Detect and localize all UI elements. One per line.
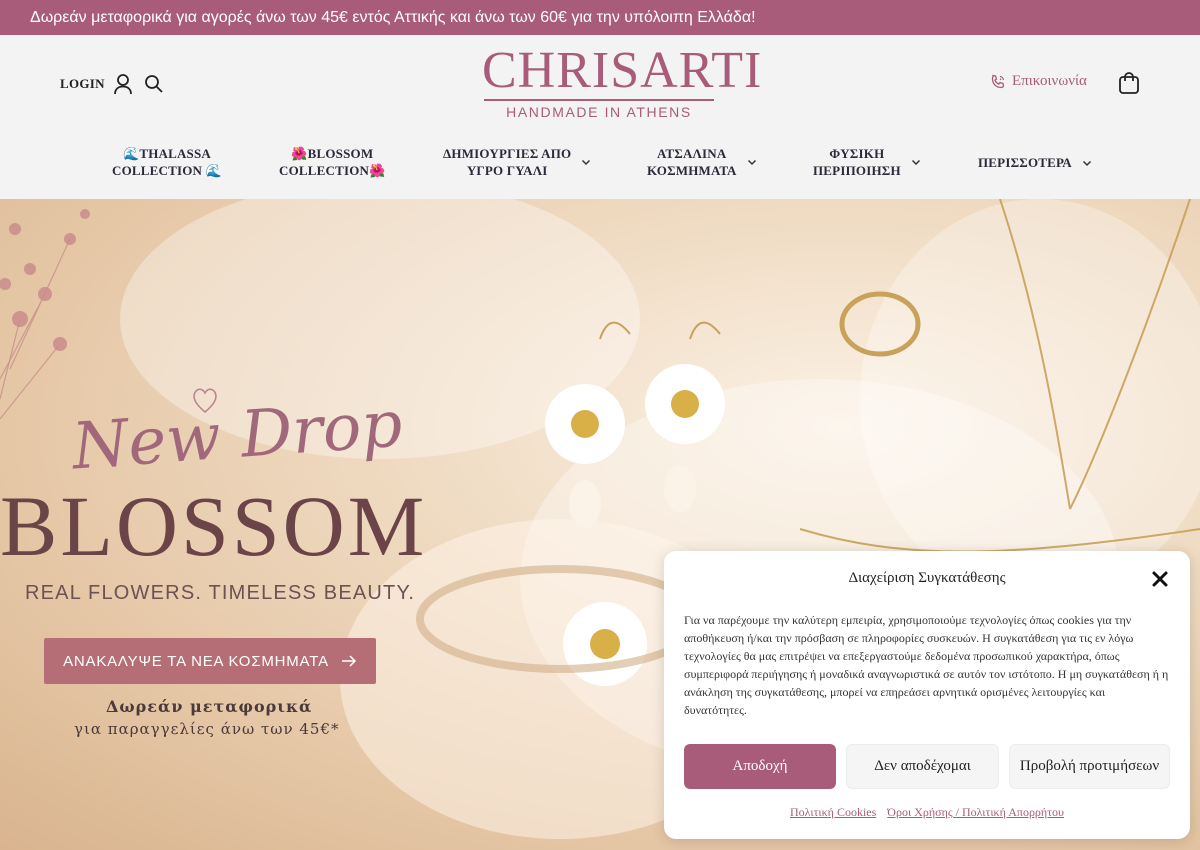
consent-body: Για να παρέχουμε την καλύτερη εμπειρία, …	[684, 613, 1169, 717]
arrow-right-icon	[341, 655, 356, 667]
cta-label: ΑΝΑΚΑΛΥΨΕ ΤΑ ΝΕΑ ΚΟΣΜΗΜΑΤΑ	[63, 652, 329, 670]
nav-item-more[interactable]: ΠΕΡΙΣΣΟΤΕΡΑ	[978, 154, 1092, 171]
login-link[interactable]: LOGIN	[60, 73, 133, 95]
login-label: LOGIN	[60, 76, 105, 91]
nav-label: 🌺BLOSSOM COLLECTION🌺	[279, 146, 386, 178]
announcement-bar: Δωρεάν μεταφορικά για αγορές άνω των 45€…	[0, 0, 1200, 35]
nav-item-liquid-glass[interactable]: ΔΗΜΙΟΥΡΓΙΕΣ ΑΠΟ ΥΓΡΟ ΓΥΑΛΙ	[443, 145, 591, 179]
close-icon[interactable]	[1150, 569, 1170, 589]
hero-tagline: REAL FLOWERS. TIMELESS BEAUTY.	[25, 582, 416, 604]
consent-links: Πολιτική Cookies Όροι Χρήσης / Πολιτική …	[664, 805, 1190, 820]
search-icon[interactable]	[144, 74, 164, 94]
nav-label: ΦΥΣΙΚΗ ΠΕΡΙΠΟΙΗΣΗ	[813, 146, 901, 178]
discover-button[interactable]: ΑΝΑΚΑΛΥΨΕ ΤΑ ΝΕΑ ΚΟΣΜΗΜΑΤΑ	[44, 638, 376, 684]
terms-privacy-link[interactable]: Όροι Χρήσης / Πολιτική Απορρήτου	[887, 805, 1064, 819]
logo-tagline: HANDMADE IN ATHENS	[506, 104, 692, 120]
site-header: LOGIN CHRISARTI HANDMADE IN ATHENS Επικο…	[0, 35, 1200, 199]
contact-link[interactable]: Επικοινωνία	[990, 73, 1087, 90]
nav-item-steel-jewelry[interactable]: ΑΤΣΑΛΙΝΑ ΚΟΣΜΗΜΑΤΑ	[647, 145, 757, 179]
consent-title: Διαχείριση Συγκατάθεσης	[848, 570, 1006, 586]
view-preferences-button[interactable]: Προβολή προτιμήσεων	[1009, 744, 1170, 789]
free-shipping-note: για παραγγελίες άνω των 45€*	[74, 720, 340, 738]
deny-button[interactable]: Δεν αποδέχομαι	[846, 744, 999, 789]
nav-item-thalassa[interactable]: 🌊THALASSA COLLECTION 🌊	[112, 145, 222, 179]
shopping-bag-icon[interactable]	[1117, 71, 1141, 95]
nav-item-natural-care[interactable]: ΦΥΣΙΚΗ ΠΕΡΙΠΟΙΗΣΗ	[813, 145, 921, 179]
chevron-down-icon	[582, 159, 591, 166]
hero-title: BLOSSOM	[0, 478, 428, 574]
phone-icon	[991, 74, 1005, 88]
nav-label: ΔΗΜΙΟΥΡΓΙΕΣ ΑΠΟ ΥΓΡΟ ΓΥΑΛΙ	[443, 146, 572, 178]
cookie-policy-link[interactable]: Πολιτική Cookies	[790, 805, 876, 819]
free-shipping-heading: Δωρεάν μεταφορικά	[106, 697, 313, 716]
user-icon	[113, 74, 132, 95]
chevron-down-icon	[747, 159, 756, 166]
contact-label: Επικοινωνία	[1012, 73, 1087, 89]
site-logo[interactable]: CHRISARTI HANDMADE IN ATHENS	[482, 42, 763, 123]
nav-item-blossom[interactable]: 🌺BLOSSOM COLLECTION🌺	[279, 145, 386, 179]
logo-wordmark: CHRISARTI	[482, 42, 763, 99]
nav-label: ΠΕΡΙΣΣΟΤΕΡΑ	[978, 155, 1072, 170]
chevron-down-icon	[1082, 160, 1091, 166]
cookie-consent-dialog: Διαχείριση Συγκατάθεσης Για να παρέχουμε…	[664, 551, 1190, 839]
accept-button[interactable]: Αποδοχή	[684, 744, 836, 789]
chevron-down-icon	[911, 159, 920, 166]
main-nav: 🌊THALASSA COLLECTION 🌊 🌺BLOSSOM COLLECTION…	[0, 145, 1200, 195]
nav-label: 🌊THALASSA COLLECTION 🌊	[112, 146, 222, 178]
logo-rule	[484, 99, 714, 101]
nav-label: ΑΤΣΑΛΙΝΑ ΚΟΣΜΗΜΑΤΑ	[647, 146, 737, 178]
